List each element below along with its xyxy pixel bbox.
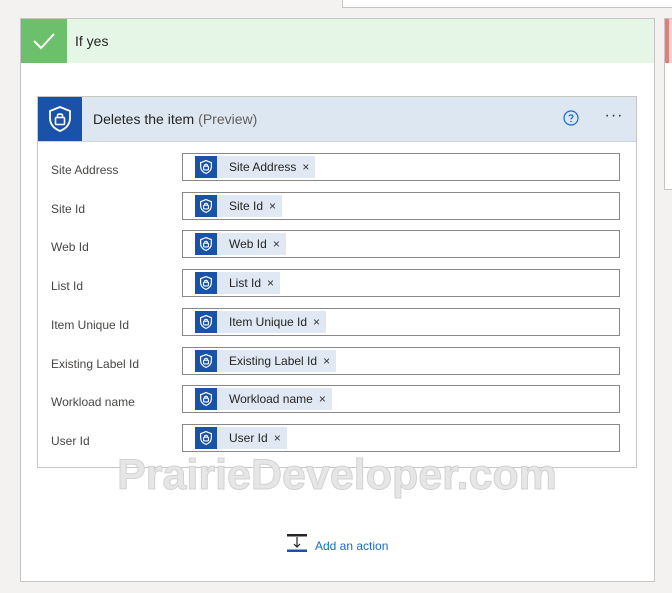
parameter-input[interactable]: User Id × <box>182 423 620 452</box>
token-label: Web Id <box>229 237 267 252</box>
token-label: Existing Label Id <box>229 353 318 368</box>
parameter-row: Item Unique Id Item Unique Id × <box>38 307 636 350</box>
remove-token-icon[interactable]: × <box>302 161 309 173</box>
action-title: Deletes the item (Preview) <box>93 111 258 127</box>
more-options-button[interactable]: ··· <box>601 108 627 127</box>
remove-token-icon[interactable]: × <box>269 200 276 212</box>
parameter-label: Item Unique Id <box>51 317 130 332</box>
token-label: Workload name <box>229 392 313 407</box>
parameter-input[interactable]: Site Address × <box>182 153 620 181</box>
parameter-row: Site Address Site Address × <box>38 153 636 195</box>
remove-token-icon[interactable]: × <box>323 355 330 367</box>
canvas-top <box>0 0 341 8</box>
if-yes-branch: If yes Deletes the item (Preview) ··· Si… <box>20 18 655 582</box>
parameter-label: Site Id <box>51 201 86 216</box>
parameter-row: Web Id Web Id × <box>38 230 636 272</box>
delete-item-action-card: Deletes the item (Preview) ··· Site Addre… <box>37 96 637 468</box>
question-circle-icon[interactable] <box>563 110 579 126</box>
parameter-input[interactable]: Web Id × <box>182 230 620 259</box>
shield-lock-icon <box>195 310 217 333</box>
parameter-input[interactable]: Workload name × <box>182 385 620 414</box>
remove-token-icon[interactable]: × <box>319 393 326 405</box>
parameter-label: List Id <box>51 279 84 294</box>
parameter-row: List Id List Id × <box>38 269 636 311</box>
dynamic-content-token[interactable]: Web Id × <box>195 233 286 256</box>
parameter-label: Site Address <box>51 163 119 177</box>
parameter-row: Site Id Site Id × <box>38 191 636 234</box>
parameter-label: User Id <box>51 433 90 448</box>
preview-label: (Preview) <box>198 111 258 127</box>
parameter-label: Existing Label Id <box>51 356 140 371</box>
remove-token-icon[interactable]: × <box>273 238 280 250</box>
parameter-row: Existing Label Id Existing Label Id × <box>38 346 636 389</box>
shield-lock-icon <box>195 349 217 372</box>
parameter-input[interactable]: List Id × <box>182 269 620 298</box>
shield-lock-icon <box>195 388 217 411</box>
if-yes-header[interactable]: If yes <box>21 19 654 63</box>
token-label: Site Id <box>229 198 264 213</box>
action-header[interactable]: Deletes the item (Preview) ··· <box>38 97 636 142</box>
dynamic-content-token[interactable]: Workload name × <box>195 388 332 411</box>
add-action-button[interactable]: Add an action <box>286 533 388 558</box>
token-label: List Id <box>229 276 262 291</box>
add-action-icon <box>286 533 308 558</box>
shield-lock-icon <box>195 426 217 449</box>
parameter-label: Workload name <box>51 395 135 410</box>
parameter-row: Workload name Workload name × <box>38 385 636 427</box>
remove-token-icon[interactable]: × <box>313 316 320 328</box>
dynamic-content-token[interactable]: User Id × <box>195 426 287 449</box>
parameter-input[interactable]: Item Unique Id × <box>182 307 620 336</box>
shield-lock-icon <box>195 233 217 256</box>
remove-token-icon[interactable]: × <box>274 432 281 444</box>
dynamic-content-token[interactable]: Existing Label Id × <box>195 349 337 372</box>
if-yes-title: If yes <box>75 33 109 49</box>
token-label: Item Unique Id <box>229 314 308 329</box>
remove-token-icon[interactable]: × <box>267 277 274 289</box>
dynamic-content-token[interactable]: Item Unique Id × <box>195 310 327 333</box>
dynamic-content-token[interactable]: Site Address × <box>195 156 316 178</box>
checkmark-icon <box>21 19 67 63</box>
shield-lock-icon <box>195 194 217 217</box>
shield-lock-icon <box>195 156 217 178</box>
parameter-label: Web Id <box>51 240 89 255</box>
dynamic-content-token[interactable]: Site Id × <box>195 194 283 217</box>
add-action-label: Add an action <box>315 538 389 553</box>
token-label: User Id <box>229 430 268 445</box>
shield-lock-icon <box>38 97 82 141</box>
shield-lock-icon <box>195 272 217 295</box>
parameter-input[interactable]: Existing Label Id × <box>182 346 620 375</box>
previous-step-card-edge <box>342 0 672 8</box>
token-label: Site Address <box>229 160 297 174</box>
parameter-input[interactable]: Site Id × <box>182 191 620 220</box>
if-no-branch-edge <box>664 18 672 190</box>
dynamic-content-token[interactable]: List Id × <box>195 272 281 295</box>
watermark-text: PrairieDeveloper.com <box>117 451 558 500</box>
